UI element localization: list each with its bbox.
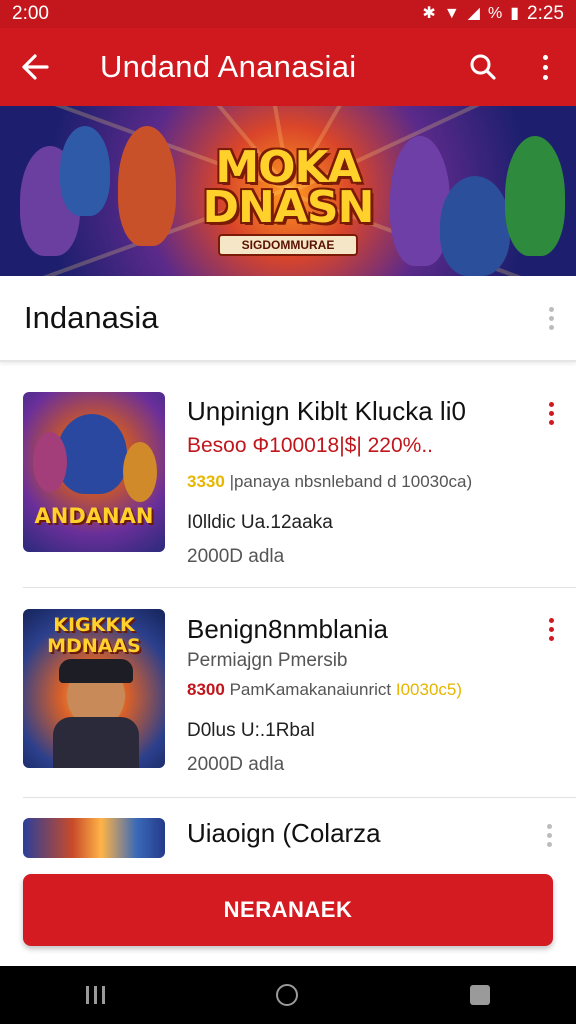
arrow-back-icon: [22, 54, 49, 80]
item-size: 2000D adla: [187, 546, 285, 567]
featured-banner[interactable]: MOKA DNASN SIGDOMMURAE: [0, 106, 576, 276]
item-title: Uiaoign (Colarza: [187, 818, 381, 848]
item-size: 2000D adla: [187, 754, 285, 775]
item-rating-row: 8300 PamKamakanaiunrict I0030c5): [187, 680, 462, 700]
bluetooth-icon: ✱: [422, 5, 436, 22]
item-title: Unpinign Kiblt Klucka li0: [187, 396, 466, 426]
section-more-icon[interactable]: [526, 306, 576, 330]
system-nav-bar: [0, 966, 576, 1024]
item-more-icon[interactable]: [549, 618, 554, 641]
item-more-icon[interactable]: [549, 402, 554, 425]
character-figure: [118, 126, 176, 246]
status-time-right: 2:25: [527, 3, 564, 24]
more-vert-icon: [542, 54, 548, 80]
thumbnail-caption: ANDANAN: [34, 504, 154, 528]
item-title: Benign8nmblania: [187, 614, 388, 644]
item-meta: PamKamakanaiunrict: [229, 680, 392, 699]
banner-subtitle: SIGDOMMURAE: [218, 234, 358, 256]
item-details: I0lldic Ua.12aaka: [187, 512, 333, 533]
app-bar: Undand Ananasiai: [0, 28, 576, 106]
list-item[interactable]: Uiaoign (Colarza: [0, 798, 576, 860]
item-details: D0lus U:.1Rbal: [187, 720, 315, 741]
recent-apps-icon[interactable]: [85, 986, 105, 1004]
section-header: Indanasia: [0, 276, 576, 362]
character-figure: [440, 176, 510, 276]
back-button[interactable]: [0, 28, 70, 106]
banner-title-line-2: DNASN: [202, 182, 375, 233]
game-thumbnail[interactable]: ANDANAN: [23, 392, 165, 552]
back-square-icon[interactable]: [470, 985, 491, 1005]
status-time-left: 2:00: [12, 3, 49, 24]
item-meta-count: I0030c5): [395, 680, 463, 699]
overflow-menu-button[interactable]: [514, 28, 576, 106]
signal-icon: ◢: [467, 5, 480, 22]
list-item[interactable]: KIGKKK MDNAAS Benign8nmblania Permiajgn …: [0, 588, 576, 798]
game-thumbnail[interactable]: [23, 818, 165, 858]
battery-icon: ▮: [510, 5, 520, 22]
search-button[interactable]: [452, 28, 514, 106]
item-subtitle: Permiajgn Pmersib: [187, 650, 348, 671]
banner-title: MOKA DNASN: [180, 146, 396, 233]
character-figure: [505, 136, 565, 256]
rating-value: 8300: [187, 680, 225, 699]
battery-percent-icon: %: [487, 5, 503, 22]
status-bar: 2:00 ✱ ▼ ◢ % ▮ 2:25: [0, 0, 576, 28]
status-icons: ✱ ▼ ◢ % ▮ 2:25: [422, 3, 564, 25]
character-figure: [60, 126, 110, 216]
search-icon: [470, 54, 496, 80]
item-meta: |panaya nbsnleband d 10030ca): [229, 472, 473, 491]
app-title: Undand Ananasiai: [100, 49, 357, 84]
item-rating-row: 3330 |panaya nbsnleband d 10030ca): [187, 472, 472, 492]
primary-action-button[interactable]: NERANAEK: [23, 874, 553, 946]
item-price: Besoo Φ100018|$| 220%..: [187, 434, 434, 457]
item-more-icon[interactable]: [524, 824, 574, 847]
wifi-icon: ▼: [443, 5, 460, 22]
list-item[interactable]: ANDANAN Unpinign Kiblt Klucka li0 Besoo …: [0, 362, 576, 587]
home-icon[interactable]: [276, 984, 299, 1006]
section-title: Indanasia: [24, 300, 159, 335]
game-thumbnail[interactable]: KIGKKK MDNAAS: [23, 609, 165, 768]
rating-value: 3330: [187, 472, 225, 491]
thumbnail-caption: KIGKKK MDNAAS: [47, 614, 141, 657]
